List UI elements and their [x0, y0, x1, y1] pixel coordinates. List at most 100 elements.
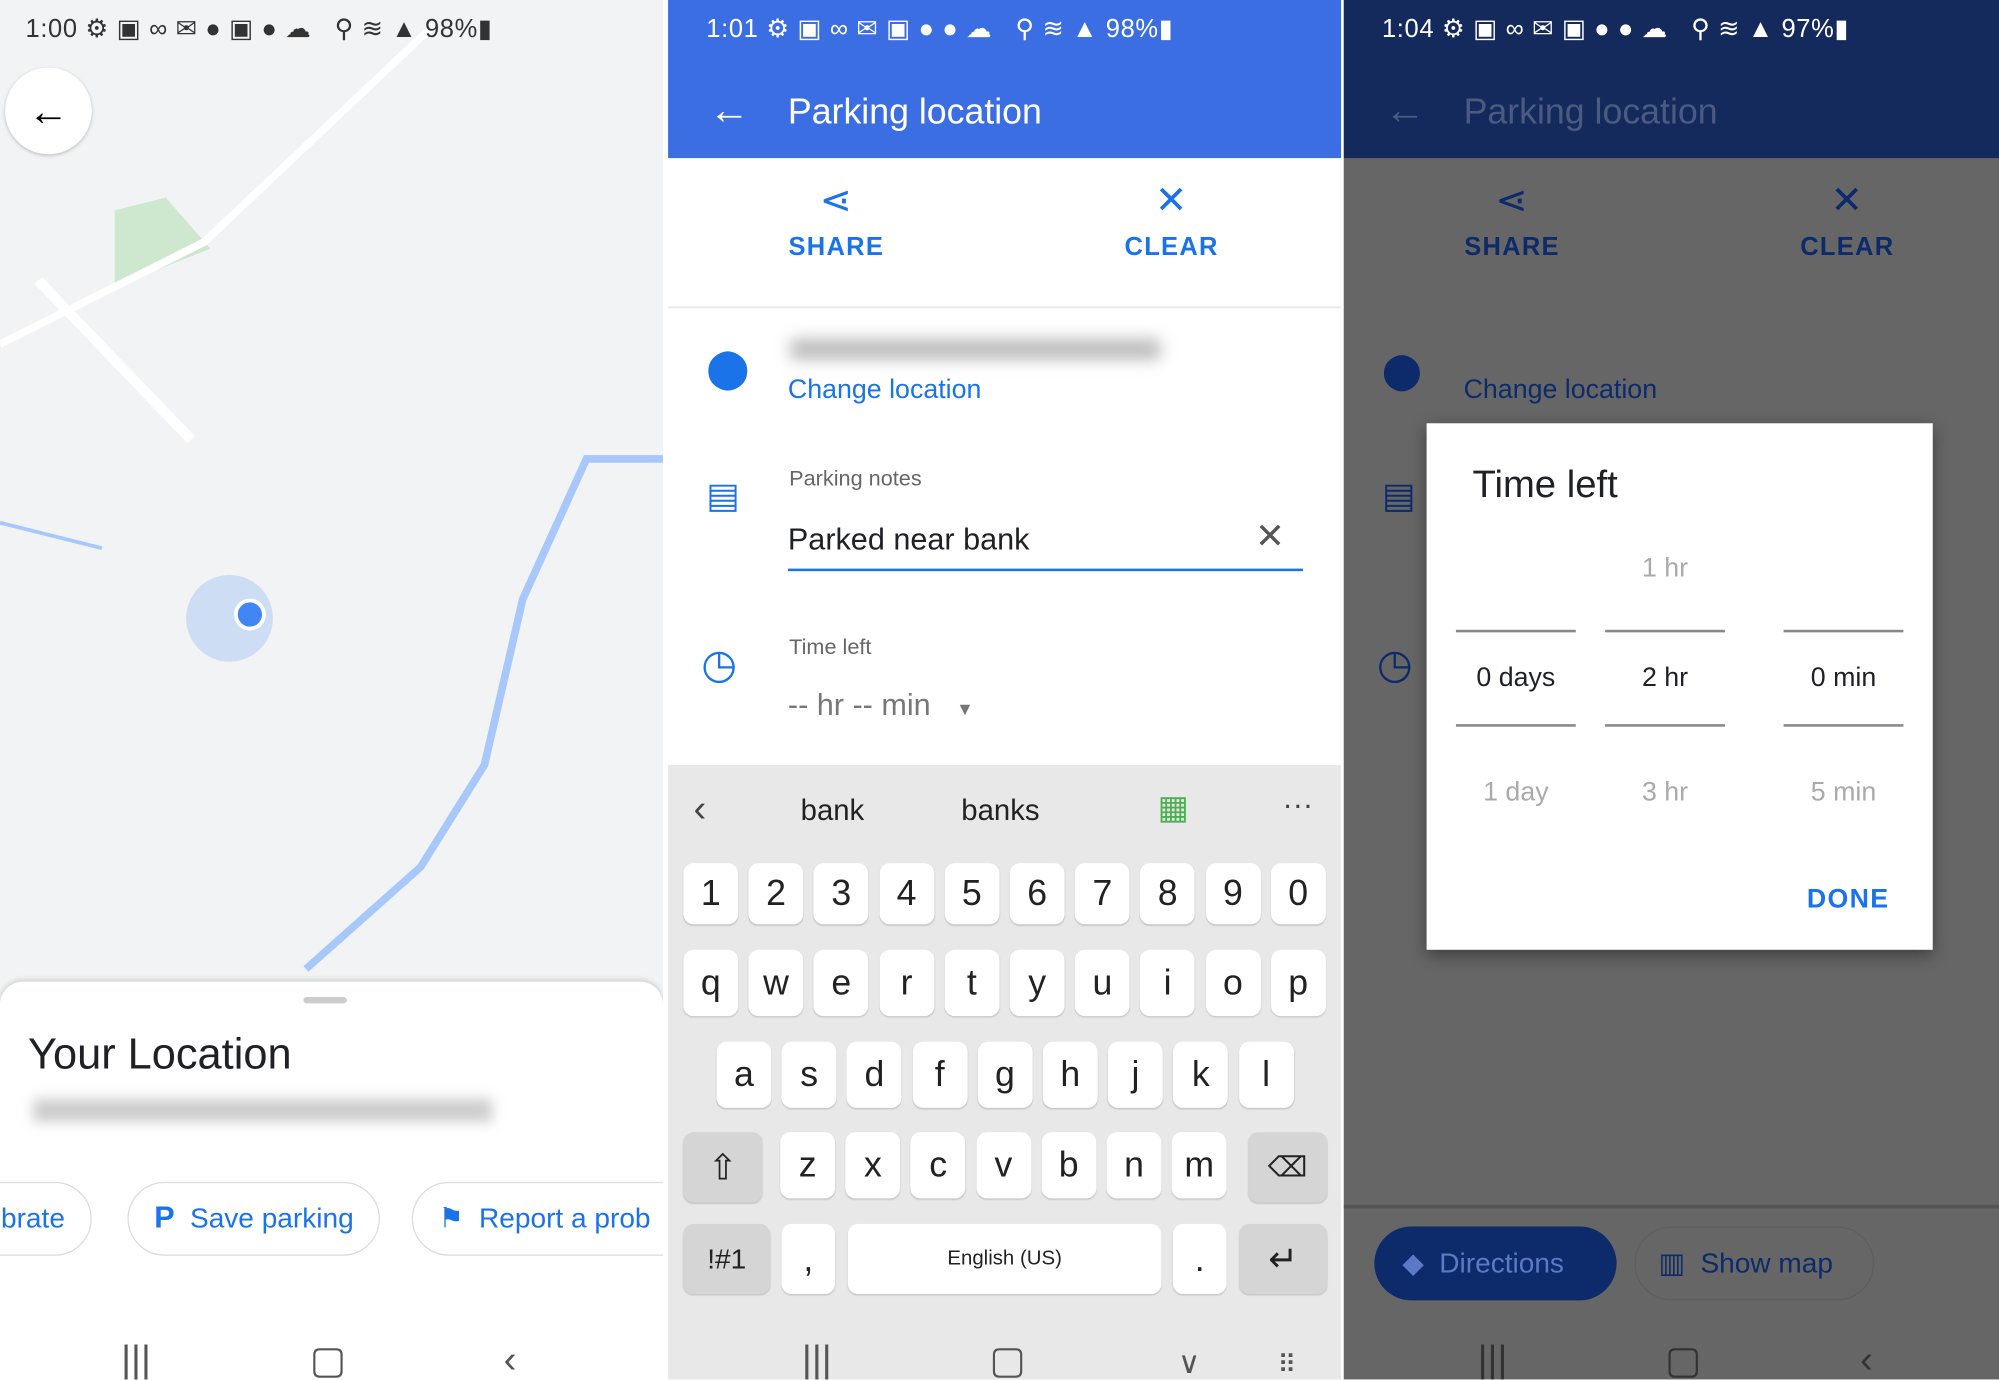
status-time: 1:04 — [1381, 15, 1435, 44]
key-p[interactable]: p — [1270, 949, 1326, 1017]
share-button[interactable]: ⋖ SHARE — [747, 178, 925, 262]
back-nav-button[interactable]: ‹ — [1860, 1339, 1873, 1380]
page-title: Parking location — [787, 91, 1042, 132]
share-icon: ⋖ — [819, 179, 853, 222]
minutes-picker-selected[interactable]: 0 min — [1784, 663, 1904, 694]
key-w[interactable]: w — [748, 949, 804, 1017]
key-9[interactable]: 9 — [1205, 863, 1261, 925]
comma-key[interactable]: , — [781, 1223, 836, 1295]
clock-icon: ◷ — [1376, 641, 1413, 688]
shift-key[interactable]: ⇧ — [683, 1132, 763, 1203]
key-t[interactable]: t — [944, 949, 1000, 1017]
key-a[interactable]: a — [716, 1041, 772, 1108]
time-left-dropdown[interactable]: -- hr -- min ▼ — [788, 688, 974, 724]
key-m[interactable]: m — [1171, 1132, 1227, 1199]
back-button[interactable]: ← — [709, 87, 750, 134]
key-1[interactable]: 1 — [683, 863, 739, 925]
status-time: 1:00 — [25, 15, 78, 44]
hours-picker-selected[interactable]: 2 hr — [1605, 663, 1725, 694]
key-7[interactable]: 7 — [1074, 863, 1130, 925]
period-key[interactable]: . — [1172, 1223, 1227, 1295]
key-g[interactable]: g — [977, 1041, 1033, 1108]
key-0[interactable]: 0 — [1270, 863, 1326, 925]
back-nav-button[interactable]: ‹ — [504, 1339, 517, 1380]
change-location-link[interactable]: Change location — [788, 375, 982, 406]
key-s[interactable]: s — [781, 1041, 837, 1108]
key-f[interactable]: f — [912, 1041, 968, 1108]
location-pin-icon: ⬤ — [1381, 350, 1422, 391]
space-key[interactable]: English (US) — [847, 1223, 1162, 1295]
directions-button[interactable]: ◆ Directions — [1374, 1226, 1617, 1301]
clear-button[interactable]: ✕ CLEAR — [1082, 178, 1260, 262]
drag-handle[interactable] — [303, 996, 347, 1004]
share-button[interactable]: ⋖ SHARE — [1423, 178, 1601, 262]
status-bar: 1:01 ⚙ ▣ ∞ ✉ ▣ ● ● ☁ ⚲ ≋ ▲ 98%▮ — [706, 15, 1174, 44]
key-z[interactable]: z — [780, 1132, 836, 1199]
key-u[interactable]: u — [1074, 949, 1130, 1017]
back-button[interactable]: ← — [1385, 87, 1426, 134]
enter-key[interactable]: ↵ — [1239, 1223, 1328, 1295]
suggestion[interactable]: banks — [961, 793, 1039, 827]
recents-nav-button[interactable]: ||| — [1478, 1339, 1508, 1380]
key-6[interactable]: 6 — [1009, 863, 1065, 925]
hours-picker-option[interactable]: 1 hr — [1605, 553, 1725, 584]
recents-nav-button[interactable]: ||| — [121, 1339, 151, 1380]
chevron-left-icon[interactable]: ‹ — [694, 788, 707, 831]
keyboard-switch-icon[interactable]: ⠿ — [1277, 1349, 1296, 1379]
key-k[interactable]: k — [1173, 1041, 1229, 1108]
key-3[interactable]: 3 — [813, 863, 869, 925]
key-n[interactable]: n — [1106, 1132, 1162, 1199]
keyboard: ‹ bank banks ▦ ··· 1234567890 qwertyuiop a… — [668, 764, 1342, 1380]
key-v[interactable]: v — [976, 1132, 1031, 1199]
report-problem-chip[interactable]: ⚑ Report a prob — [411, 1181, 663, 1256]
backspace-key[interactable]: ⌫ — [1248, 1132, 1328, 1203]
key-5[interactable]: 5 — [944, 863, 1000, 925]
symbols-key[interactable]: !#1 — [683, 1223, 771, 1295]
key-2[interactable]: 2 — [748, 863, 804, 925]
chip-label: Save parking — [189, 1202, 354, 1235]
map-view[interactable] — [0, 0, 663, 994]
key-8[interactable]: 8 — [1140, 863, 1196, 925]
key-4[interactable]: 4 — [879, 863, 934, 925]
key-x[interactable]: x — [845, 1132, 901, 1199]
parking-location-screen: 1:01 ⚙ ▣ ∞ ✉ ▣ ● ● ☁ ⚲ ≋ ▲ 98%▮ ← Parkin… — [668, 0, 1342, 1380]
road — [34, 276, 195, 444]
address-redacted — [790, 339, 1161, 360]
key-q[interactable]: q — [683, 949, 739, 1017]
key-j[interactable]: j — [1108, 1041, 1163, 1108]
key-y[interactable]: y — [1009, 949, 1065, 1017]
key-h[interactable]: h — [1042, 1041, 1098, 1108]
key-l[interactable]: l — [1238, 1041, 1294, 1108]
home-nav-button[interactable]: ▢ — [1665, 1339, 1701, 1380]
change-location-link[interactable]: Change location — [1464, 375, 1658, 406]
key-o[interactable]: o — [1205, 949, 1261, 1017]
save-parking-chip[interactable]: P Save parking — [127, 1181, 381, 1256]
home-nav-button[interactable]: ▢ — [310, 1339, 346, 1380]
hide-keyboard-button[interactable]: ∨ — [1178, 1345, 1200, 1379]
calibrate-chip[interactable]: librate — [0, 1181, 92, 1256]
clear-button[interactable]: ✕ CLEAR — [1758, 178, 1936, 262]
close-icon: ✕ — [1154, 179, 1189, 222]
more-icon[interactable]: ··· — [1283, 788, 1314, 824]
key-d[interactable]: d — [847, 1041, 902, 1108]
home-nav-button[interactable]: ▢ — [989, 1339, 1025, 1380]
chip-label: librate — [0, 1202, 65, 1235]
clear-text-icon[interactable]: ✕ — [1255, 515, 1285, 557]
recents-nav-button[interactable]: ||| — [802, 1339, 832, 1380]
key-c[interactable]: c — [910, 1132, 966, 1199]
done-button[interactable]: DONE — [1807, 885, 1889, 916]
key-i[interactable]: i — [1140, 949, 1196, 1017]
key-b[interactable]: b — [1041, 1132, 1097, 1199]
hours-picker-option[interactable]: 3 hr — [1605, 778, 1725, 809]
notes-input[interactable]: Parked near bank ✕ — [787, 507, 1303, 572]
key-r[interactable]: r — [879, 949, 934, 1017]
days-picker-selected[interactable]: 0 days — [1456, 663, 1576, 694]
show-map-button[interactable]: ▥ Show map — [1634, 1226, 1875, 1301]
notes-value: Parked near bank — [787, 522, 1030, 558]
calculator-icon[interactable]: ▦ — [1158, 788, 1189, 828]
minutes-picker-option[interactable]: 5 min — [1784, 778, 1904, 809]
suggestion[interactable]: bank — [801, 793, 865, 827]
key-e[interactable]: e — [813, 949, 869, 1017]
back-button[interactable]: ← — [5, 67, 92, 155]
days-picker-option[interactable]: 1 day — [1456, 778, 1576, 809]
